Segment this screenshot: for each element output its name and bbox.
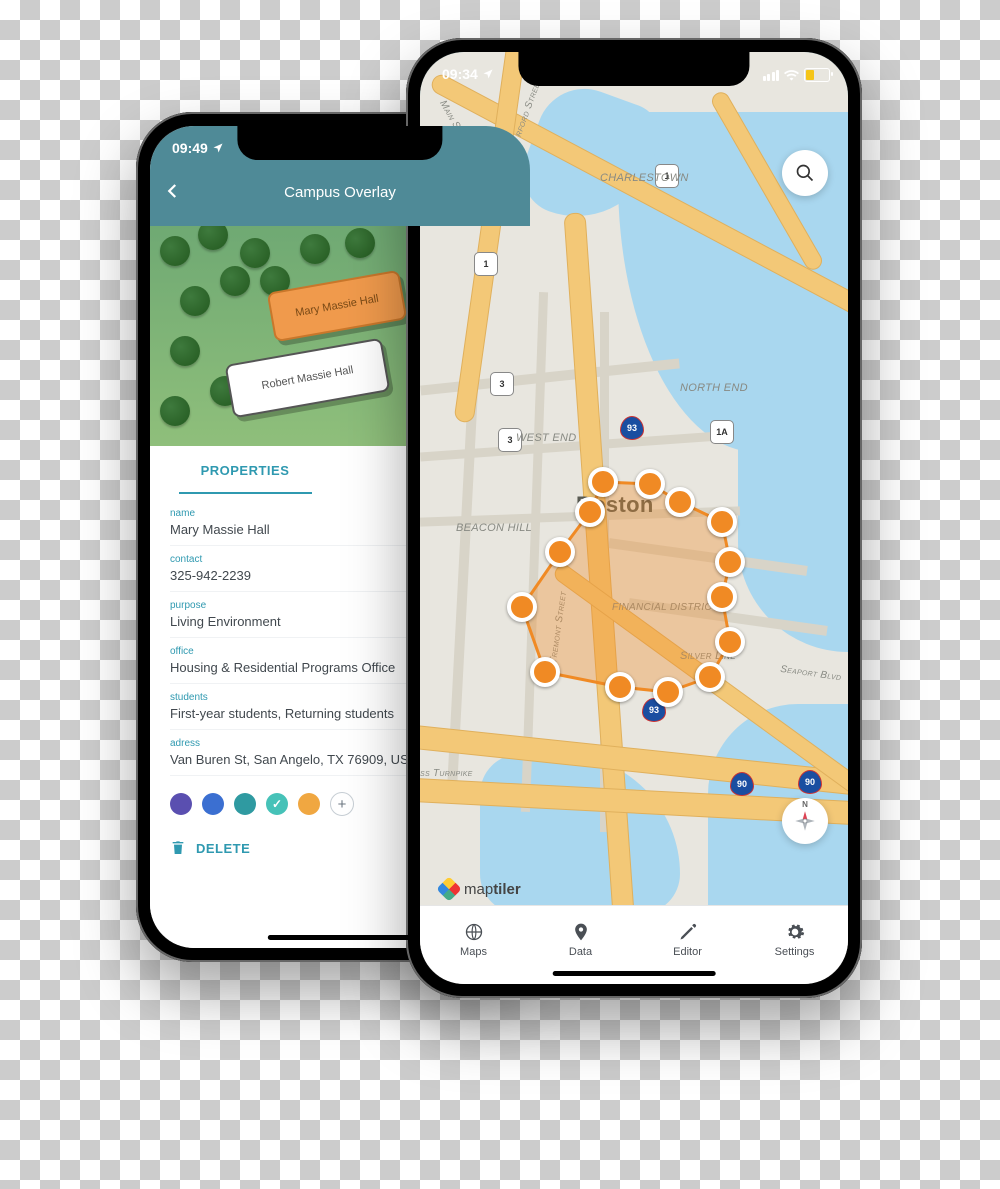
compass-icon bbox=[792, 808, 818, 834]
chevron-left-icon bbox=[164, 182, 182, 200]
color-swatch-selected[interactable] bbox=[266, 793, 288, 815]
tab-properties[interactable]: PROPERTIES bbox=[150, 446, 340, 494]
tab-settings[interactable]: Settings bbox=[741, 906, 848, 984]
signal-icon bbox=[763, 70, 780, 81]
pencil-icon bbox=[678, 922, 698, 942]
tab-label: Data bbox=[569, 946, 592, 958]
maptiler-logo-icon bbox=[436, 876, 461, 901]
polygon-handle[interactable] bbox=[715, 547, 745, 577]
notch bbox=[518, 52, 749, 86]
polygon-handle[interactable] bbox=[715, 627, 745, 657]
pin-icon bbox=[571, 922, 591, 942]
polygon-handle[interactable] bbox=[665, 487, 695, 517]
building-other-label: Robert Massie Hall bbox=[261, 364, 355, 392]
battery-icon bbox=[804, 68, 830, 82]
building-other[interactable]: Robert Massie Hall bbox=[225, 338, 391, 419]
polygon-handle[interactable] bbox=[707, 507, 737, 537]
status-time: 09:34 bbox=[442, 66, 494, 82]
home-indicator[interactable] bbox=[553, 971, 716, 976]
tab-maps[interactable]: Maps bbox=[420, 906, 527, 984]
wifi-icon bbox=[784, 70, 799, 81]
tab-label: Editor bbox=[673, 946, 702, 958]
location-arrow-icon bbox=[212, 142, 224, 154]
compass-button[interactable]: N bbox=[782, 798, 828, 844]
color-add-button[interactable]: + bbox=[330, 792, 354, 816]
tab-label: Maps bbox=[460, 946, 487, 958]
search-button[interactable] bbox=[782, 150, 828, 196]
polygon-handle[interactable] bbox=[653, 677, 683, 707]
polygon-handle[interactable] bbox=[635, 469, 665, 499]
polygon-handle[interactable] bbox=[605, 672, 635, 702]
building-selected-label: Mary Massie Hall bbox=[294, 293, 379, 319]
globe-icon bbox=[464, 922, 484, 942]
page-title: Campus Overlay bbox=[284, 184, 396, 201]
polygon-handle[interactable] bbox=[588, 467, 618, 497]
color-swatch[interactable] bbox=[202, 793, 224, 815]
status-time-text: 09:34 bbox=[442, 66, 478, 82]
home-indicator[interactable] bbox=[268, 935, 412, 940]
maptiler-logo: maptiler bbox=[440, 880, 521, 898]
location-arrow-icon bbox=[482, 68, 494, 80]
back-button[interactable] bbox=[164, 182, 182, 200]
search-icon bbox=[795, 163, 815, 183]
polygon-handle[interactable] bbox=[575, 497, 605, 527]
tab-label: Settings bbox=[775, 946, 815, 958]
color-swatch[interactable] bbox=[298, 793, 320, 815]
trash-icon bbox=[170, 840, 186, 856]
polygon-handle[interactable] bbox=[507, 592, 537, 622]
gear-icon bbox=[785, 922, 805, 942]
polygon-handle[interactable] bbox=[530, 657, 560, 687]
status-time: 09:49 bbox=[172, 140, 224, 156]
polygon-handle[interactable] bbox=[695, 662, 725, 692]
color-swatch[interactable] bbox=[170, 793, 192, 815]
status-time-text: 09:49 bbox=[172, 140, 208, 156]
color-swatch[interactable] bbox=[234, 793, 256, 815]
polygon-handle[interactable] bbox=[707, 582, 737, 612]
delete-label: DELETE bbox=[196, 841, 250, 856]
notch bbox=[237, 126, 442, 160]
polygon-handle[interactable] bbox=[545, 537, 575, 567]
compass-n-label: N bbox=[802, 800, 808, 809]
